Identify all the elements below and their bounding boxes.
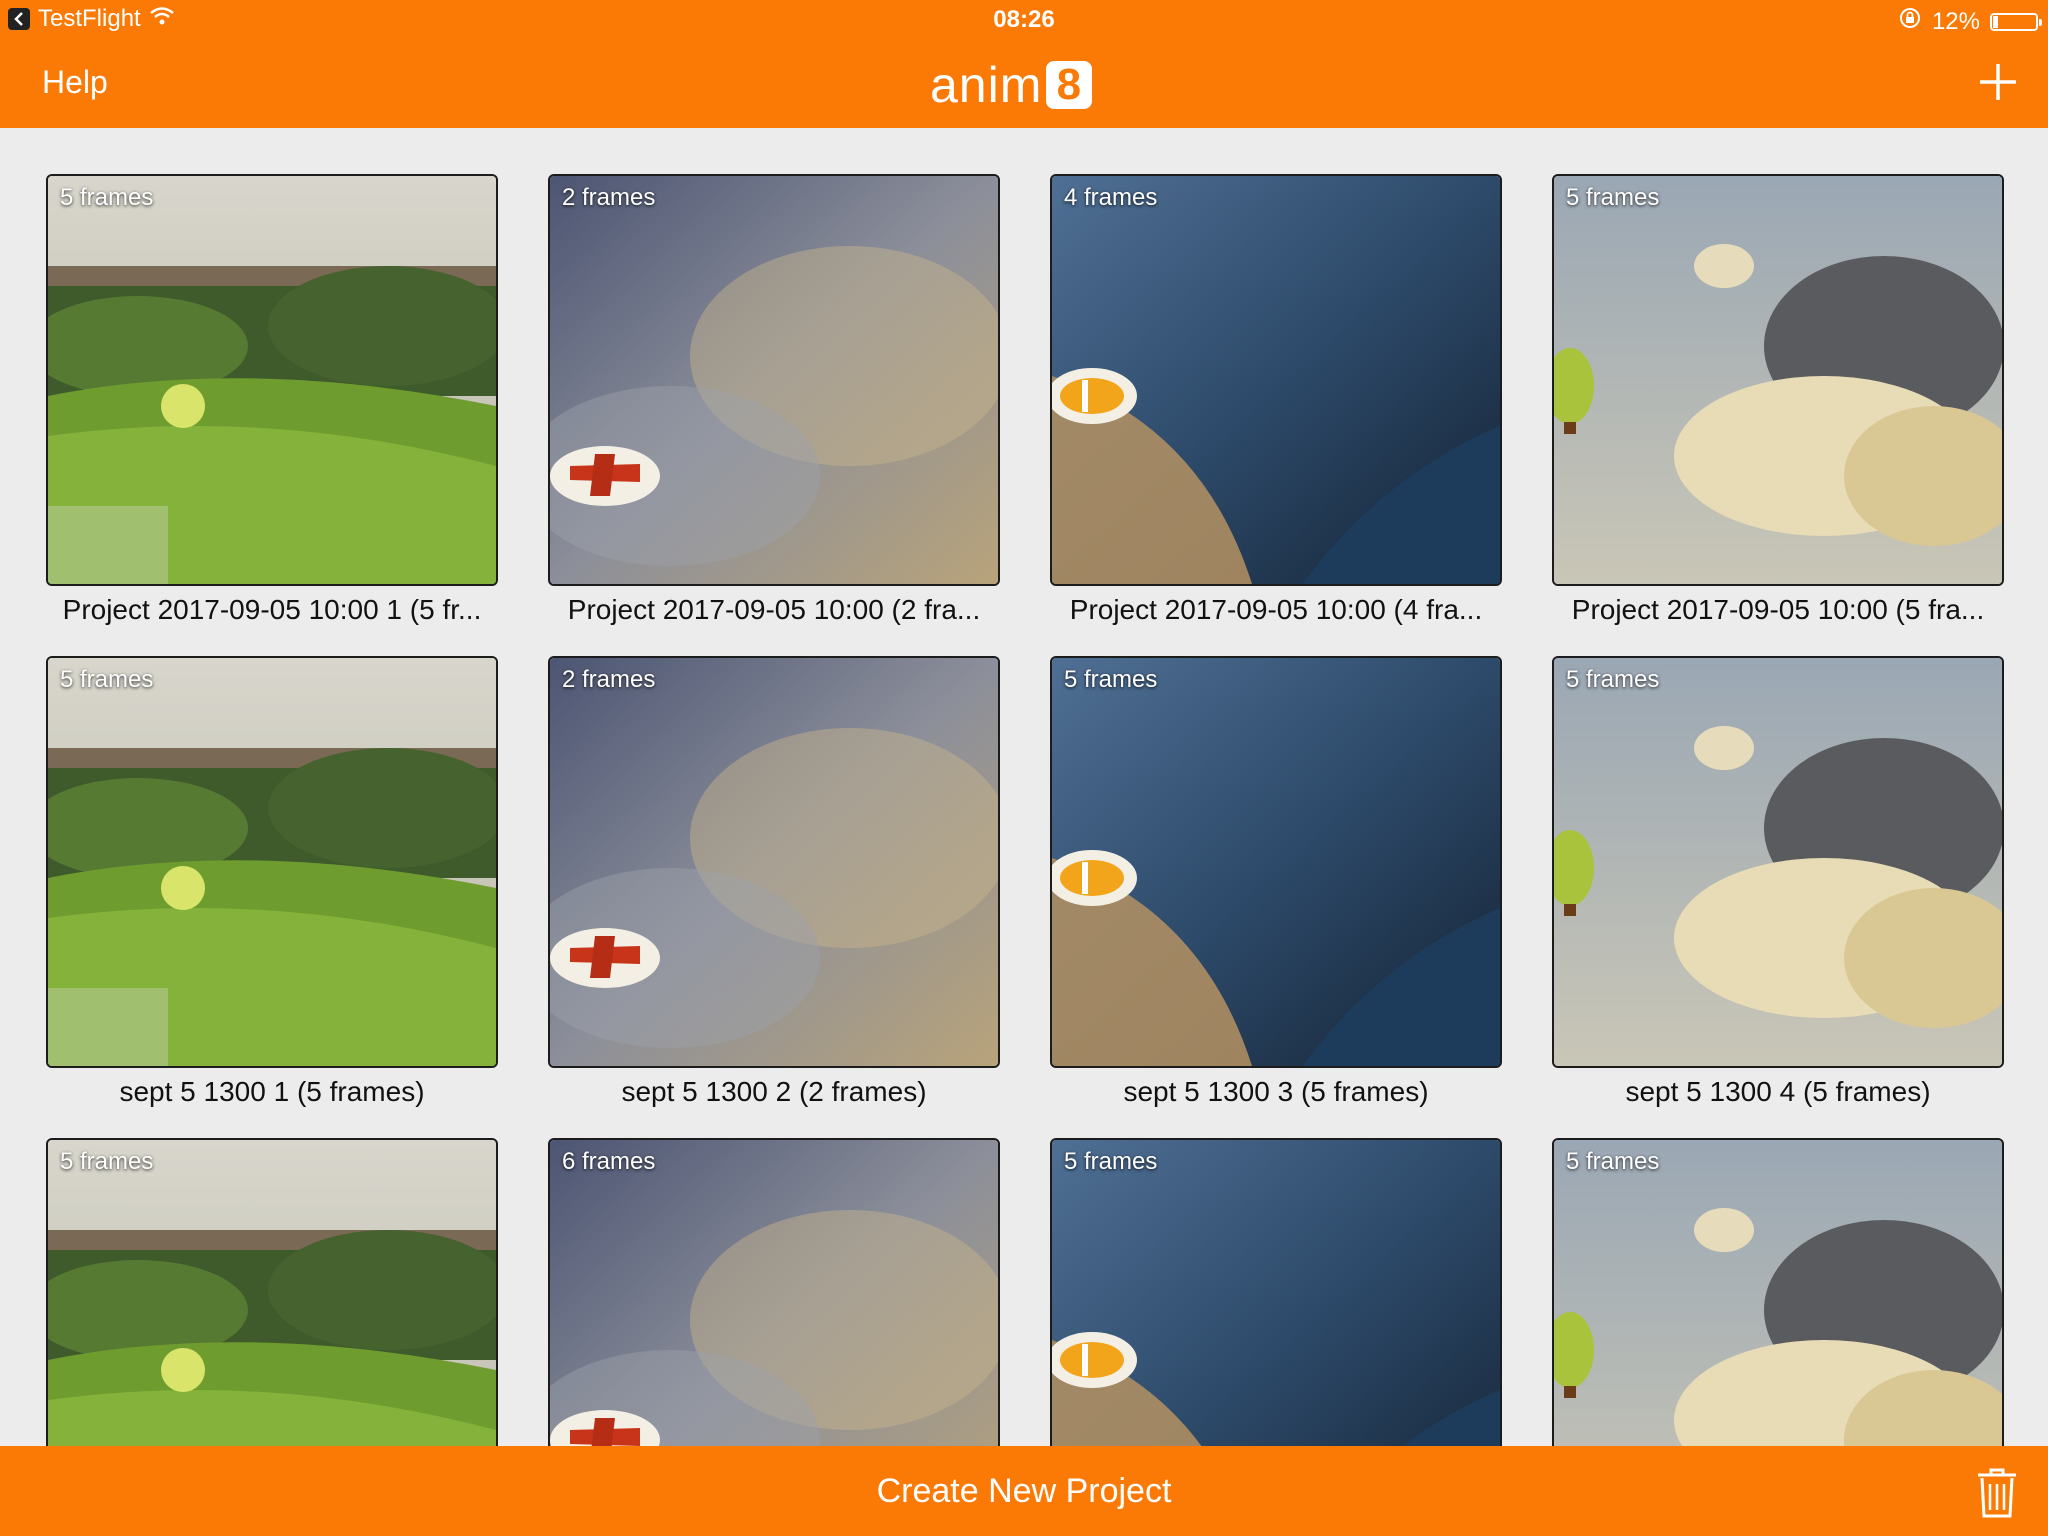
- frame-count-label: 6 frames: [562, 1148, 656, 1175]
- battery-icon: [1990, 12, 2042, 31]
- sea-fish-thumbnail: [1052, 1140, 1500, 1446]
- project-grid[interactable]: 5 frames Project 2017-09-05 10:00 1 (5 f…: [0, 128, 2048, 1446]
- clouds-balloon-thumbnail: [1554, 658, 2002, 1066]
- project-thumbnail[interactable]: 5 frames: [1552, 656, 2004, 1068]
- project-title[interactable]: sept 5 1300 3 (5 frames): [1050, 1076, 1502, 1108]
- project-card[interactable]: 4 frames Project 2017-09-05 10:00 (4 fra…: [1050, 174, 1502, 626]
- project-title[interactable]: sept 5 1300 1 (5 frames): [46, 1076, 498, 1108]
- status-time: 08:26: [993, 6, 1055, 33]
- frame-count-label: 5 frames: [60, 1148, 154, 1175]
- frame-count-label: 5 frames: [60, 184, 154, 211]
- bottom-bar: Create New Project: [0, 1446, 2048, 1536]
- clouds-balloon-thumbnail: [1554, 176, 2002, 584]
- trash-button[interactable]: [1974, 1466, 2020, 1520]
- sky-plane-thumbnail: [550, 1140, 998, 1446]
- project-card[interactable]: 5 frames sept 5 1300 3 (5 frames): [1050, 656, 1502, 1108]
- project-title[interactable]: Project 2017-09-05 10:00 (5 fra...: [1552, 594, 2004, 626]
- project-thumbnail[interactable]: 5 frames: [46, 174, 498, 586]
- project-card[interactable]: 5 frames Project 2017-09-05 10:00 (5 fra…: [1552, 174, 2004, 626]
- project-thumbnail[interactable]: 4 frames: [1050, 174, 1502, 586]
- project-card[interactable]: 6 frames: [548, 1138, 1000, 1446]
- battery-percent: 12%: [1931, 7, 1980, 35]
- project-title[interactable]: Project 2017-09-05 10:00 (2 fra...: [548, 594, 1000, 626]
- help-button[interactable]: Help: [42, 64, 108, 101]
- sea-fish-thumbnail: [1052, 176, 1500, 584]
- sea-fish-thumbnail: [1052, 658, 1500, 1066]
- logo-text: anim: [930, 57, 1043, 113]
- project-title[interactable]: sept 5 1300 4 (5 frames): [1552, 1076, 2004, 1108]
- project-thumbnail[interactable]: 6 frames: [548, 1138, 1000, 1446]
- frame-count-label: 5 frames: [60, 666, 154, 693]
- sky-plane-thumbnail: [550, 176, 998, 584]
- status-bar: TestFlight 08:26 12%: [0, 0, 2048, 40]
- project-card[interactable]: 5 frames: [46, 1138, 498, 1446]
- project-card[interactable]: 5 frames sept 5 1300 4 (5 frames): [1552, 656, 2004, 1108]
- add-project-button[interactable]: [1976, 60, 2020, 104]
- sky-plane-thumbnail: [550, 658, 998, 1066]
- project-thumbnail[interactable]: 5 frames: [1552, 174, 2004, 586]
- project-thumbnail[interactable]: 5 frames: [46, 1138, 498, 1446]
- frame-count-label: 5 frames: [1566, 1148, 1660, 1175]
- project-title[interactable]: sept 5 1300 2 (2 frames): [548, 1076, 1000, 1108]
- frame-count-label: 5 frames: [1566, 666, 1660, 693]
- garden-thumbnail: [48, 176, 496, 584]
- project-title[interactable]: Project 2017-09-05 10:00 1 (5 fr...: [46, 594, 498, 626]
- project-thumbnail[interactable]: 5 frames: [1050, 656, 1502, 1068]
- project-card[interactable]: 5 frames Project 2017-09-05 10:00 1 (5 f…: [46, 174, 498, 626]
- clouds-balloon-thumbnail: [1554, 1140, 2002, 1446]
- frame-count-label: 2 frames: [562, 184, 656, 211]
- frame-count-label: 5 frames: [1064, 666, 1158, 693]
- plus-icon: [1980, 64, 2016, 100]
- top-bar: TestFlight 08:26 12% Help anim 8: [0, 0, 2048, 128]
- garden-thumbnail: [48, 658, 496, 1066]
- garden-thumbnail: [48, 1140, 496, 1446]
- app-logo: anim 8: [930, 56, 1093, 114]
- frame-count-label: 5 frames: [1566, 184, 1660, 211]
- project-card[interactable]: 5 frames: [1552, 1138, 2004, 1446]
- project-thumbnail[interactable]: 2 frames: [548, 174, 1000, 586]
- trash-icon: [1978, 1468, 2016, 1518]
- project-thumbnail[interactable]: 5 frames: [1552, 1138, 2004, 1446]
- frame-count-label: 4 frames: [1064, 184, 1158, 211]
- create-new-project-button[interactable]: Create New Project: [0, 1472, 2048, 1511]
- project-thumbnail[interactable]: 2 frames: [548, 656, 1000, 1068]
- frame-count-label: 5 frames: [1064, 1148, 1158, 1175]
- project-card[interactable]: 5 frames sept 5 1300 1 (5 frames): [46, 656, 498, 1108]
- orientation-lock-icon: [1898, 6, 1922, 37]
- project-title[interactable]: Project 2017-09-05 10:00 (4 fra...: [1050, 594, 1502, 626]
- project-thumbnail[interactable]: 5 frames: [46, 656, 498, 1068]
- logo-badge: 8: [1046, 60, 1093, 109]
- project-card[interactable]: 5 frames: [1050, 1138, 1502, 1446]
- project-thumbnail[interactable]: 5 frames: [1050, 1138, 1502, 1446]
- frame-count-label: 2 frames: [562, 666, 656, 693]
- project-card[interactable]: 2 frames Project 2017-09-05 10:00 (2 fra…: [548, 174, 1000, 626]
- project-card[interactable]: 2 frames sept 5 1300 2 (2 frames): [548, 656, 1000, 1108]
